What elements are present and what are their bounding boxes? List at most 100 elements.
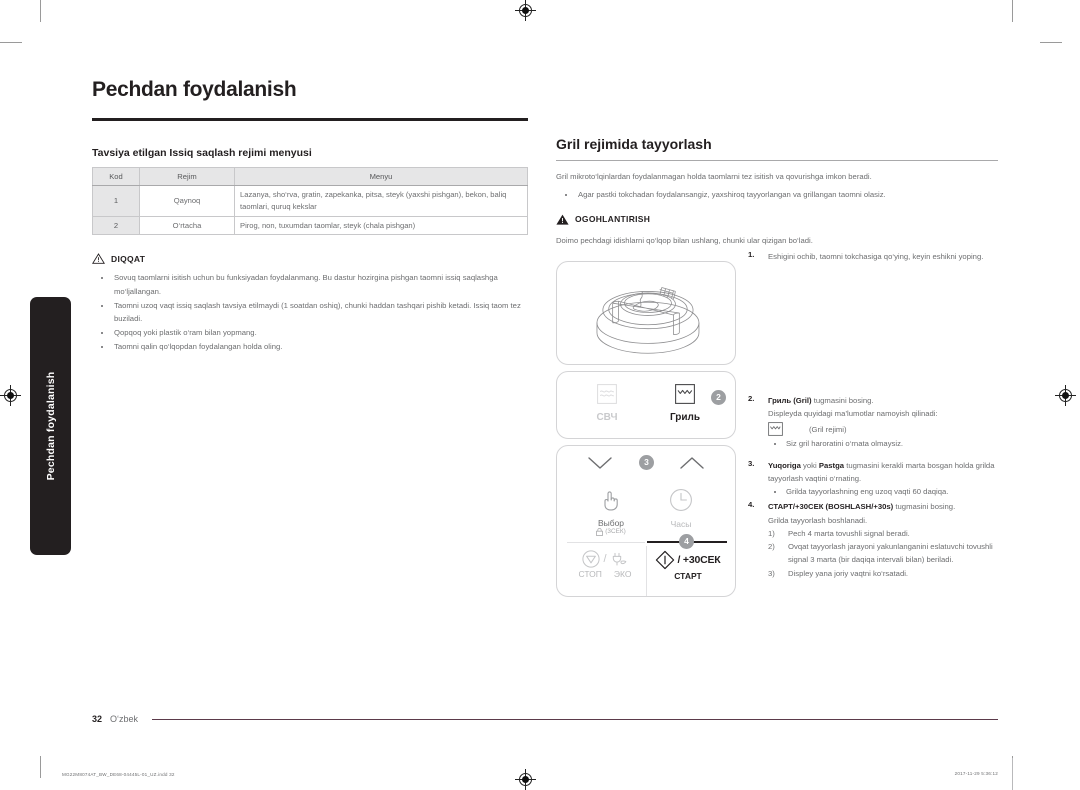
- step-4-ordered-item: 3) Displey yana joriy vaqtni ko‘rsatadi.: [768, 567, 998, 580]
- step-1: 1. Eshigini ochib, taomni tokchasiga qo‘…: [748, 250, 998, 392]
- registration-mark-left: [0, 385, 21, 406]
- left-column: Pechdan foydalanish Tavsiya etilgan Issi…: [92, 78, 528, 355]
- table-header-menyu: Menyu: [234, 167, 528, 186]
- grill-heading-divider: [556, 160, 998, 162]
- section-heading-grill: Gril rejimida tayyorlash: [556, 136, 712, 152]
- start-label: СТАРТ: [674, 570, 702, 581]
- grill-mode-label: Гриль: [669, 411, 701, 423]
- caution-list: Sovuq taomlarni isitish uchun bu funksiy…: [92, 271, 528, 353]
- warning-label: OGOHLANTIRISH: [575, 214, 651, 225]
- cell-menyu: Pirog, non, tuxumdan taomlar, steyk (cha…: [234, 215, 528, 236]
- step-3-body: Yuqoriga yoki Pastga tugmasini kerakli m…: [768, 459, 998, 499]
- step-4-ordered-number: 1): [768, 528, 775, 538]
- step-4-bold: СТАРТ/+30СЕК (BOSHLASH/+30s): [768, 502, 894, 512]
- stop-eco-slash: /: [603, 552, 607, 565]
- select-button[interactable]: Выбор (3СЕК): [575, 488, 647, 536]
- step-badge-4: 4: [679, 533, 694, 549]
- language-label: O‘zbek: [110, 714, 139, 724]
- cell-kod: 1: [92, 185, 140, 217]
- keys-divider-left: [567, 541, 645, 544]
- step-3-bullet: Grilda tayyorlashning eng uzoq vaqti 60 …: [768, 485, 998, 498]
- page-title: Pechdan foydalanish: [92, 78, 297, 101]
- clock-button[interactable]: Часы: [645, 488, 717, 529]
- step-3-line1: Yuqoriga yoki Pastga tugmasini kerakli m…: [768, 459, 998, 485]
- step-3-number: 3.: [748, 458, 755, 468]
- registration-mark-bottom: [515, 769, 536, 790]
- table-row: 2 O‘rtacha Pirog, non, tuxumdan taomlar,…: [92, 215, 528, 236]
- stop-eco-labels: СТОП ЭКО: [565, 569, 645, 579]
- step-3-mid: yoki: [800, 460, 819, 470]
- warning-text: Doimo pechdagi idishlarni qo‘lqop bilan …: [556, 235, 813, 245]
- stop-eco-button[interactable]: / СТОП ЭКО: [565, 550, 645, 579]
- microwave-mode-button[interactable]: СВЧ: [583, 383, 631, 423]
- step-4-rest: tugmasini bosing.: [893, 502, 956, 512]
- mode-buttons-panel: СВЧ Гриль 2: [556, 370, 736, 439]
- folio-rule: [152, 718, 998, 720]
- step-1-text: Eshigini ochib, taomni tokchasiga qo‘yin…: [768, 252, 984, 261]
- step-1-number: 1.: [748, 250, 755, 259]
- start-diamond-icon: [656, 550, 675, 570]
- grill-mode-button[interactable]: Гриль: [661, 383, 709, 423]
- step-4-ordered-number: 2): [768, 542, 775, 552]
- grill-steps-list: 1. Eshigini ochib, taomni tokchasiga qo‘…: [748, 250, 998, 582]
- step-2-rest: tugmasini bosing.: [811, 396, 874, 405]
- table-row: 1 Qaynoq Lazanya, sho‘rva, gratin, zapek…: [92, 185, 528, 217]
- chapter-tab-label: Pechdan foydalanish: [44, 371, 57, 481]
- microwave-wave-icon: [597, 383, 617, 404]
- crop-mark-top-left-h: [0, 42, 22, 43]
- step-2-bold: Гриль (Gril): [768, 396, 812, 405]
- select-sublabel: (3СЕК): [575, 527, 647, 536]
- table-header-rejim: Rejim: [139, 167, 235, 186]
- table-header-kod: Kod: [92, 167, 140, 186]
- cell-rejim: Qaynoq: [139, 185, 235, 217]
- crop-mark-top-right-h: [1040, 42, 1062, 43]
- step-3-bold-b: Pastga: [818, 460, 845, 470]
- chevron-down-icon: [588, 457, 612, 469]
- chevron-up-icon: [680, 457, 704, 469]
- crop-mark-top-left-v: [40, 0, 41, 22]
- warning-header: OGOHLANTIRISH: [556, 214, 998, 225]
- start-button[interactable]: / +30СЕК СТАРТ: [645, 550, 731, 581]
- step-4-ordered-text: Pech 4 marta tovushli signal beradi.: [788, 528, 910, 538]
- page-number: 32: [92, 714, 103, 724]
- crop-mark-bottom-left-v: [40, 756, 41, 778]
- step-4-ordered-text: Displey yana joriy vaqtni ko‘rsatadi.: [788, 568, 909, 578]
- caution-item: Taomni uzoq vaqt issiq saqlash tavsiya e…: [92, 299, 528, 325]
- step-3-bold-a: Yuqoriga: [768, 460, 801, 470]
- down-arrow-button[interactable]: [587, 456, 613, 475]
- caution-item: Sovuq taomlarni isitish uchun bu funksiy…: [92, 271, 528, 297]
- control-keys-panel: 3 Выбор (3СЕК) Часы 4 / СТОП ЭКО / +30СЕ…: [556, 444, 736, 597]
- crop-mark-top-right-v: [1012, 0, 1013, 22]
- select-label: Выбор: [597, 517, 625, 528]
- keep-warm-menu-table: Kod Rejim Menyu 1 Qaynoq Lazanya, sho‘rv…: [92, 167, 528, 236]
- up-arrow-button[interactable]: [679, 456, 705, 475]
- oven-illustration-panel: [556, 260, 736, 365]
- select-sublabel-text: (3СЕК): [605, 528, 626, 536]
- step-4-ordered-item: 1) Pech 4 marta tovushli signal beradi.: [768, 527, 998, 540]
- grill-intro-text: Gril mikroto‘lqinlardan foydalanmagan ho…: [556, 172, 872, 182]
- clock-label: Часы: [670, 518, 692, 529]
- section-heading-keepwarm: Tavsiya etilgan Issiq saqlash rejimi men…: [92, 147, 312, 159]
- step-2-number: 2.: [748, 394, 755, 403]
- grill-intro-bullet: Agar pastki tokchadan foydalansangiz, ya…: [556, 188, 998, 201]
- stop-icon: [582, 550, 601, 568]
- footer-folio: 32 O‘zbek: [92, 714, 998, 724]
- hand-press-icon: [604, 491, 618, 511]
- table-header-row: Kod Rejim Menyu: [92, 167, 528, 186]
- step-4-body: СТАРТ/+30СЕК (BOSHLASH/+30s) tugmasini b…: [768, 500, 998, 579]
- step-2-icon-row: (Gril rejimi): [768, 422, 938, 437]
- grill-display-icon: [768, 422, 783, 437]
- microwave-turntable-illustration: [596, 286, 700, 354]
- imprint-filename: MG22M8074AT_BW_DE68-04445L-01_UZ.indd 32: [62, 772, 175, 777]
- step-4-ordered-text: Ovqat tayyorlash jarayoni yakunlanganini…: [788, 542, 993, 565]
- page-canvas: Pechdan foydalanish Pechdan foydalanish …: [0, 0, 1080, 790]
- grill-element-icon: [675, 383, 695, 404]
- eco-plug-leaf-icon: [612, 552, 626, 566]
- step-2-line1: Гриль (Gril) tugmasini bosing.: [768, 394, 938, 407]
- step-badge-3: 3: [639, 454, 654, 470]
- step-2: 2. Гриль (Gril) tugmasini bosing. Disple…: [748, 394, 998, 451]
- step-4-ordered-item: 2) Ovqat tayyorlash jarayoni yakunlangan…: [768, 540, 998, 566]
- cell-menyu: Lazanya, sho‘rva, gratin, zapekanka, pit…: [234, 185, 528, 217]
- warning-triangle-solid-icon: [556, 214, 569, 225]
- cell-rejim: O‘rtacha: [139, 215, 235, 236]
